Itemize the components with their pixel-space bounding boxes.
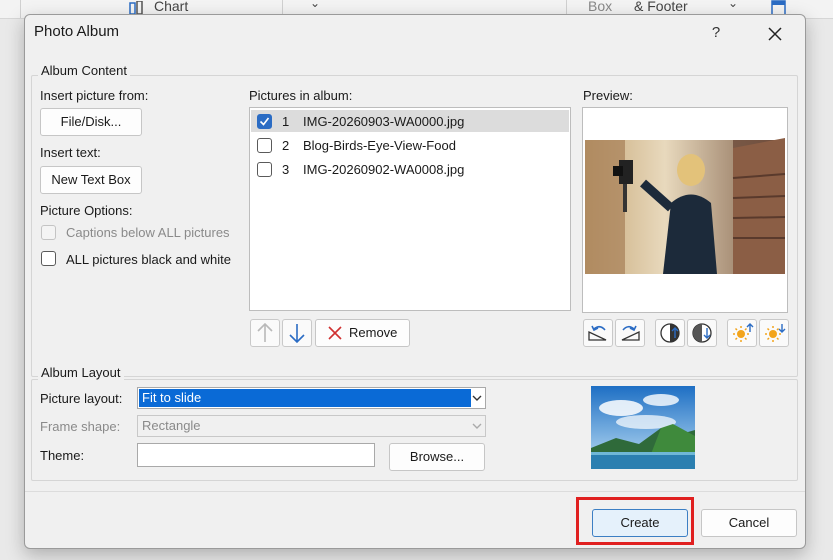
- preview-pane: [582, 107, 788, 313]
- frame-shape-value: Rectangle: [142, 418, 201, 433]
- album-content-legend: Album Content: [38, 63, 130, 78]
- pictures-in-album-label: Pictures in album:: [249, 88, 353, 103]
- picture-name: IMG-20260903-WA0000.jpg: [303, 114, 465, 129]
- picture-number: 2: [282, 138, 290, 153]
- move-up-button[interactable]: [250, 319, 280, 347]
- insert-picture-label: Insert picture from:: [40, 88, 149, 103]
- contrast-decrease-icon: [692, 323, 712, 343]
- list-item[interactable]: 3 IMG-20260902-WA0008.jpg: [251, 158, 569, 180]
- picture-checkbox[interactable]: [257, 138, 272, 153]
- chevron-down-icon[interactable]: ⌄: [728, 0, 738, 10]
- captions-checkbox[interactable]: [41, 225, 56, 240]
- arrow-up-icon: [257, 322, 273, 342]
- picture-checkbox[interactable]: [257, 114, 272, 129]
- ribbon-footer-label[interactable]: & Footer: [634, 0, 688, 14]
- chart-icon: [129, 1, 143, 15]
- file-disk-button-label: File/Disk...: [60, 114, 122, 129]
- picture-checkbox[interactable]: [257, 162, 272, 177]
- file-disk-button[interactable]: File/Disk...: [40, 108, 142, 136]
- brightness-decrease-icon: [765, 324, 786, 342]
- list-item[interactable]: 2 Blog-Birds-Eye-View-Food: [251, 134, 569, 156]
- remove-button[interactable]: Remove: [315, 319, 410, 347]
- cancel-button-label: Cancel: [728, 515, 770, 530]
- arrow-down-icon: [289, 324, 305, 344]
- picture-name: Blog-Birds-Eye-View-Food: [303, 138, 456, 153]
- picture-number: 1: [282, 114, 290, 129]
- brightness-increase-button[interactable]: [727, 319, 757, 347]
- chevron-down-icon: [472, 395, 482, 401]
- rotate-right-button[interactable]: [615, 319, 645, 347]
- preview-label: Preview:: [583, 88, 633, 103]
- rotate-right-icon: [621, 325, 640, 341]
- insert-text-label: Insert text:: [40, 145, 101, 160]
- frame-shape-select[interactable]: Rectangle: [137, 415, 486, 437]
- picture-layout-value: Fit to slide: [139, 389, 471, 407]
- ribbon-separator: [20, 0, 21, 18]
- cancel-button[interactable]: Cancel: [701, 509, 797, 537]
- ribbon-box-label[interactable]: Box: [588, 0, 612, 14]
- picture-layout-label: Picture layout:: [40, 391, 123, 406]
- brightness-decrease-button[interactable]: [759, 319, 789, 347]
- layout-preview-thumbnail: [591, 386, 695, 469]
- close-icon[interactable]: [760, 21, 790, 47]
- contrast-increase-button[interactable]: [655, 319, 685, 347]
- contrast-increase-icon: [660, 323, 680, 343]
- new-text-box-button[interactable]: New Text Box: [40, 166, 142, 194]
- captions-label: Captions below ALL pictures: [66, 225, 230, 240]
- album-layout-legend: Album Layout: [38, 365, 124, 380]
- list-item[interactable]: 1 IMG-20260903-WA0000.jpg: [251, 110, 569, 132]
- picture-options-label: Picture Options:: [40, 203, 133, 218]
- black-white-label: ALL pictures black and white: [66, 252, 232, 267]
- theme-input[interactable]: [137, 443, 375, 467]
- picture-name: IMG-20260902-WA0008.jpg: [303, 162, 465, 177]
- black-white-checkbox[interactable]: [41, 251, 56, 266]
- browse-button[interactable]: Browse...: [389, 443, 485, 471]
- browse-button-label: Browse...: [409, 449, 465, 464]
- move-down-button[interactable]: [282, 319, 312, 347]
- ribbon-chart-label[interactable]: Chart: [154, 0, 188, 14]
- picture-number: 3: [282, 162, 290, 177]
- dialog-title: Photo Album: [34, 23, 120, 40]
- frame-shape-label: Frame shape:: [40, 419, 121, 434]
- rotate-left-icon: [588, 325, 607, 341]
- contrast-decrease-button[interactable]: [687, 319, 717, 347]
- title-bar: Photo Album ?: [25, 15, 805, 55]
- theme-label: Theme:: [40, 448, 85, 463]
- help-button[interactable]: ?: [703, 21, 729, 47]
- highlight-box: [576, 497, 694, 545]
- chevron-down-icon: [472, 423, 482, 429]
- remove-button-label: Remove: [349, 325, 398, 340]
- photo-album-dialog: Photo Album ? Album Content Insert pictu…: [24, 14, 806, 549]
- check-icon: [259, 117, 270, 126]
- preview-photo: [583, 108, 787, 312]
- picture-layout-select[interactable]: Fit to slide: [137, 387, 486, 409]
- brightness-increase-icon: [733, 323, 754, 342]
- chevron-down-icon[interactable]: ⌄: [310, 0, 320, 10]
- footer-separator: [25, 491, 805, 492]
- remove-x-icon: [328, 326, 342, 340]
- rotate-left-button[interactable]: [583, 319, 613, 347]
- pictures-list[interactable]: 1 IMG-20260903-WA0000.jpg 2 Blog-Birds-E…: [249, 107, 571, 311]
- new-text-box-button-label: New Text Box: [51, 172, 131, 187]
